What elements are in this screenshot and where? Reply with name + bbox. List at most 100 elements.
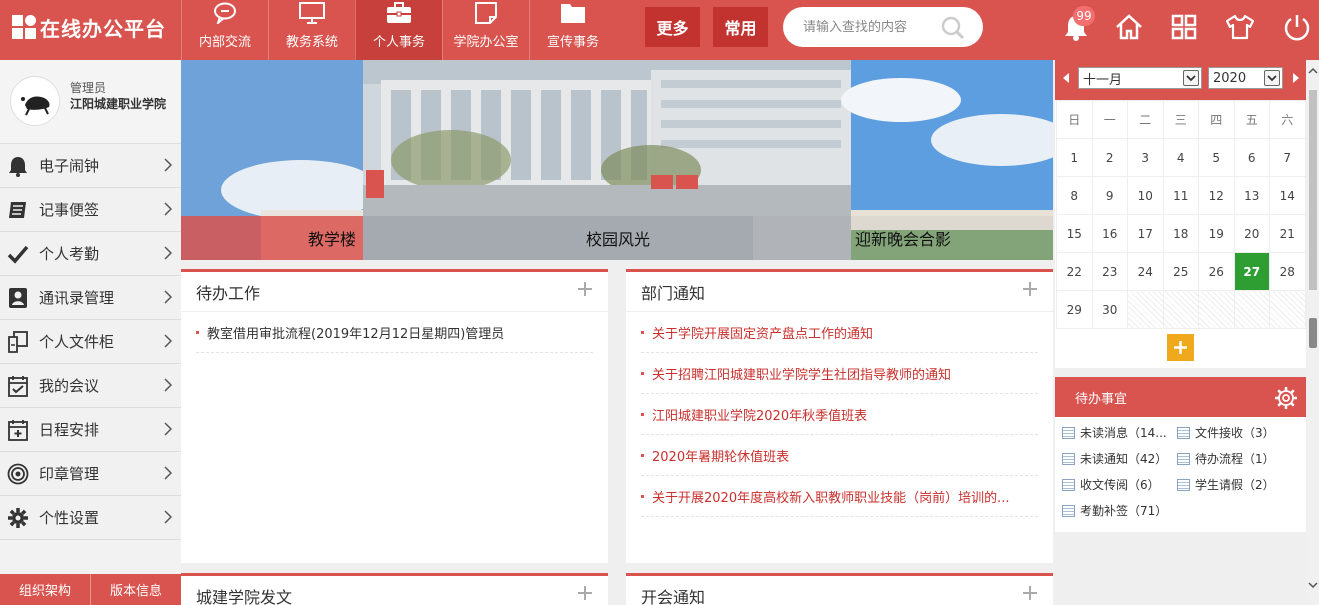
banner-caption[interactable]: 教学楼: [181, 216, 483, 260]
sidebar-item-attendance[interactable]: 个人考勤: [0, 232, 181, 276]
list-item[interactable]: 教室借用审批流程(2019年12月12日星期四)管理员: [196, 312, 593, 353]
nav-college-office[interactable]: 学院办公室: [442, 0, 529, 60]
chevron-down-icon: [1183, 70, 1199, 86]
calendar-day[interactable]: 6: [1233, 138, 1270, 177]
main-nav: 内部交流 教务系统 个人事务 学院办公室 宣传事务: [181, 0, 616, 60]
calendar-day[interactable]: 16: [1091, 214, 1128, 253]
todo-circulation[interactable]: 收文传阅（6）: [1062, 475, 1177, 494]
scrollbar-thumb[interactable]: [1309, 318, 1317, 348]
sidebar-item-settings[interactable]: 个性设置: [0, 496, 181, 540]
sidebar-item-schedule[interactable]: 日程安排: [0, 408, 181, 452]
next-month-arrow-icon[interactable]: [1293, 73, 1299, 83]
banner-caption[interactable]: 校园风光: [483, 216, 753, 260]
todo-unread-messages[interactable]: 未读消息（14...: [1062, 423, 1177, 442]
panel-title: 城建学院发文: [196, 587, 293, 605]
todo-student-leave[interactable]: 学生请假（2）: [1177, 475, 1297, 494]
calendar-day[interactable]: 5: [1198, 138, 1235, 177]
calendar-day[interactable]: 15: [1056, 214, 1093, 253]
calendar-day[interactable]: 1: [1056, 138, 1093, 177]
theme-shirt-icon[interactable]: [1225, 12, 1255, 42]
briefcase-icon: [386, 1, 412, 25]
scroll-up-icon[interactable]: [1307, 66, 1319, 76]
calendar-day[interactable]: 23: [1091, 252, 1128, 291]
calendar-day[interactable]: 3: [1127, 138, 1164, 177]
calendar-day[interactable]: 25: [1162, 252, 1199, 291]
gear-icon[interactable]: [1274, 386, 1298, 414]
plus-icon[interactable]: [1022, 281, 1038, 301]
prev-month-arrow-icon[interactable]: [1063, 73, 1069, 83]
page-scrollbar[interactable]: [1307, 60, 1319, 605]
calendar-day[interactable]: 19: [1198, 214, 1235, 253]
college-docs-panel: 城建学院发文: [181, 573, 608, 605]
calendar-day[interactable]: 28: [1269, 252, 1306, 291]
plus-icon[interactable]: [1022, 585, 1038, 605]
calendar-day[interactable]: 14: [1269, 176, 1306, 215]
list-item[interactable]: 2020年暑期轮休值班表: [641, 435, 1038, 476]
power-icon[interactable]: [1282, 12, 1312, 42]
add-event-button[interactable]: [1167, 334, 1194, 361]
plus-icon[interactable]: [577, 585, 593, 605]
common-button[interactable]: 常用: [713, 7, 768, 47]
calendar-day[interactable]: 22: [1056, 252, 1093, 291]
nav-internal-communication[interactable]: 内部交流: [181, 0, 268, 60]
list-item[interactable]: 关于学院开展固定资产盘点工作的通知: [641, 312, 1038, 353]
calendar-day[interactable]: 12: [1198, 176, 1235, 215]
calendar-day[interactable]: 24: [1127, 252, 1164, 291]
sidebar-item-alarm[interactable]: 电子闹钟: [0, 144, 181, 188]
calendar-day[interactable]: 11: [1162, 176, 1199, 215]
calendar-day[interactable]: 7: [1269, 138, 1306, 177]
app-logo[interactable]: 在线办公平台: [12, 12, 166, 42]
calendar-day[interactable]: 18: [1162, 214, 1199, 253]
plus-icon[interactable]: [577, 281, 593, 301]
list-item[interactable]: 关于开展2020年度高校新入职教师职业技能（岗前）培训的...: [641, 476, 1038, 517]
search-input[interactable]: [803, 19, 943, 35]
version-info-link[interactable]: 版本信息: [91, 574, 181, 605]
note-icon: [473, 1, 499, 25]
calendar-day[interactable]: 29: [1056, 290, 1093, 329]
nav-personal-affairs[interactable]: 个人事务: [355, 0, 442, 60]
calendar-grid: 日一二三四五六 1 2 3 4 5 6 7 8 9 10 11 12 13 14 15 16 17 18 19 20 21…: [1056, 100, 1306, 329]
panel-title: 待办工作: [196, 283, 261, 303]
calendar-day[interactable]: 4: [1162, 138, 1199, 177]
calendar-day[interactable]: 2: [1091, 138, 1128, 177]
calendar-day[interactable]: 21: [1269, 214, 1306, 253]
banner-caption[interactable]: 迎新晚会合影: [753, 216, 1053, 260]
scroll-down-icon[interactable]: [1307, 580, 1319, 590]
sidebar-item-contacts[interactable]: 通讯录管理: [0, 276, 181, 320]
org-chart-link[interactable]: 组织架构: [0, 574, 91, 605]
sidebar-item-meetings[interactable]: 我的会议: [0, 364, 181, 408]
todo-attendance-fix[interactable]: 考勤补签（71）: [1062, 501, 1177, 520]
list-item[interactable]: 江阳城建职业学院2020年秋季值班表: [641, 394, 1038, 435]
calendar-day[interactable]: 9: [1091, 176, 1128, 215]
sidebar-item-notes[interactable]: 记事便签: [0, 188, 181, 232]
avatar[interactable]: [10, 76, 60, 126]
month-select[interactable]: 十一月: [1078, 67, 1202, 89]
chevron-right-icon: [164, 202, 173, 220]
calendar-day[interactable]: 8: [1056, 176, 1093, 215]
sidebar-item-file-cabinet[interactable]: 个人文件柜: [0, 320, 181, 364]
calendar-day[interactable]: 26: [1198, 252, 1235, 291]
home-icon[interactable]: [1114, 12, 1144, 42]
chevron-right-icon: [164, 510, 173, 528]
user-card: 管理员 江阳城建职业学院: [0, 60, 181, 144]
calendar-day[interactable]: 27: [1233, 252, 1270, 291]
nav-academic-system[interactable]: 教务系统: [268, 0, 355, 60]
more-button[interactable]: 更多: [645, 7, 700, 47]
calendar-day[interactable]: 30: [1091, 290, 1128, 329]
year-select[interactable]: 2020: [1208, 67, 1283, 89]
nav-publicity-affairs[interactable]: 宣传事务: [529, 0, 616, 60]
calendar-day[interactable]: 13: [1233, 176, 1270, 215]
sidebar-item-seal[interactable]: 印章管理: [0, 452, 181, 496]
todo-file-receive[interactable]: 文件接收（3）: [1177, 423, 1297, 442]
search-icon[interactable]: [941, 16, 965, 44]
calendar-day[interactable]: 10: [1127, 176, 1164, 215]
todo-pending-flows[interactable]: 待办流程（1）: [1177, 449, 1297, 468]
sidebar-item-label: 个人考勤: [39, 245, 100, 263]
calendar-day[interactable]: 20: [1233, 214, 1270, 253]
list-item[interactable]: 关于招聘江阳城建职业学院学生社团指导教师的通知: [641, 353, 1038, 394]
calendar-day[interactable]: 17: [1127, 214, 1164, 253]
todo-unread-notices[interactable]: 未读通知（42）: [1062, 449, 1177, 468]
nav-label: 教务系统: [285, 35, 338, 50]
app-grid-icon[interactable]: [1169, 12, 1199, 42]
sidebar-item-label: 我的会议: [39, 377, 100, 395]
